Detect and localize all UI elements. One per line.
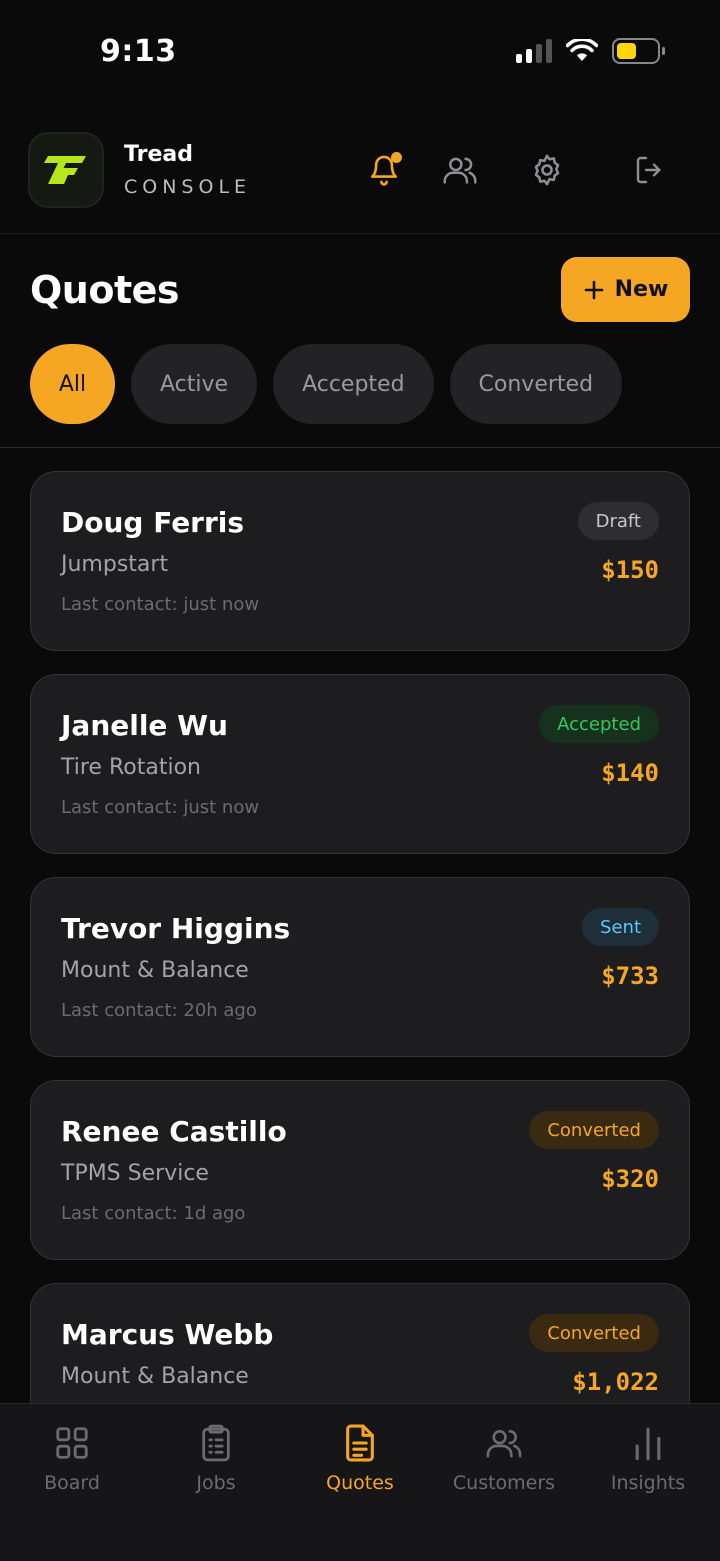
tab-label: Jobs xyxy=(196,1472,236,1494)
filter-chips: All Active Accepted Converted xyxy=(30,344,623,424)
brand-logo xyxy=(28,132,104,208)
logo-mark-icon xyxy=(44,156,86,184)
status-badge: Sent xyxy=(582,908,659,946)
document-icon xyxy=(346,1424,374,1462)
users-icon xyxy=(486,1429,522,1458)
tab-board[interactable]: Board xyxy=(0,1422,144,1494)
tab-insights[interactable]: Insights xyxy=(576,1422,720,1494)
signal-icon xyxy=(516,39,552,63)
new-quote-label: New xyxy=(614,277,669,302)
app-header: Tread CONSOLE xyxy=(0,110,720,234)
new-quote-button[interactable]: New xyxy=(561,257,690,322)
logout-icon xyxy=(636,156,661,184)
status-icons xyxy=(516,38,665,64)
team-button[interactable] xyxy=(440,150,480,190)
status-time: 9:13 xyxy=(100,34,177,69)
clipboard-icon xyxy=(202,1424,230,1462)
tab-label: Customers xyxy=(452,1472,556,1494)
service-name: Tire Rotation xyxy=(61,755,201,780)
customer-name: Renee Castillo xyxy=(61,1115,287,1148)
logout-button[interactable] xyxy=(630,150,670,190)
last-contact: Last contact: 20h ago xyxy=(61,1000,257,1021)
tab-jobs[interactable]: Jobs xyxy=(144,1422,288,1494)
tab-label: Quotes xyxy=(326,1472,394,1494)
filter-chip-accepted[interactable]: Accepted xyxy=(273,344,434,424)
tab-quotes[interactable]: Quotes xyxy=(288,1422,432,1494)
quote-card[interactable]: Doug Ferris Jumpstart Last contact: just… xyxy=(30,471,690,651)
quotes-toolbar: Quotes New All Active Accepted Converted xyxy=(0,234,720,448)
tab-customers[interactable]: Customers xyxy=(432,1422,576,1494)
wifi-icon xyxy=(566,39,598,61)
quote-card[interactable]: Trevor Higgins Mount & Balance Last cont… xyxy=(30,877,690,1057)
brand-name: Tread xyxy=(124,142,193,167)
filter-chip-converted[interactable]: Converted xyxy=(449,344,623,424)
service-name: Mount & Balance xyxy=(61,1364,249,1389)
filter-chip-all[interactable]: All xyxy=(30,344,115,424)
last-contact: Last contact: 1d ago xyxy=(61,1203,246,1224)
plus-icon xyxy=(584,280,603,299)
gear-icon xyxy=(534,154,560,186)
quote-card[interactable]: Marcus Webb Mount & Balance Converted $1… xyxy=(30,1283,690,1403)
grid-icon xyxy=(56,1427,88,1459)
bottom-tab-bar: Board Jobs Quotes Customers Insights xyxy=(0,1403,720,1561)
quote-price: $320 xyxy=(601,1165,659,1193)
last-contact: Last contact: just now xyxy=(61,797,260,818)
service-name: TPMS Service xyxy=(61,1161,209,1186)
status-badge: Draft xyxy=(577,502,659,540)
notification-dot xyxy=(391,152,402,163)
settings-button[interactable] xyxy=(527,150,567,190)
customer-name: Trevor Higgins xyxy=(61,912,291,945)
notifications-button[interactable] xyxy=(364,150,404,190)
customer-name: Marcus Webb xyxy=(61,1318,274,1351)
users-icon xyxy=(443,157,477,184)
service-name: Mount & Balance xyxy=(61,958,249,983)
battery-icon xyxy=(612,38,665,64)
quote-card[interactable]: Janelle Wu Tire Rotation Last contact: j… xyxy=(30,674,690,854)
status-bar: 9:13 xyxy=(0,0,720,110)
quote-list: Doug Ferris Jumpstart Last contact: just… xyxy=(0,448,720,1403)
brand-subtitle: CONSOLE xyxy=(124,176,252,198)
quote-price: $1,022 xyxy=(572,1368,659,1396)
filter-chip-active[interactable]: Active xyxy=(131,344,258,424)
customer-name: Janelle Wu xyxy=(61,709,228,742)
quote-price: $733 xyxy=(601,962,659,990)
status-badge: Converted xyxy=(529,1314,659,1352)
last-contact: Last contact: just now xyxy=(61,594,260,615)
tab-label: Insights xyxy=(610,1472,686,1494)
quote-price: $140 xyxy=(601,759,659,787)
service-name: Jumpstart xyxy=(61,552,169,577)
status-badge: Accepted xyxy=(539,705,659,743)
status-badge: Converted xyxy=(529,1111,659,1149)
quote-price: $150 xyxy=(601,556,659,584)
customer-name: Doug Ferris xyxy=(61,506,245,539)
quote-card[interactable]: Renee Castillo TPMS Service Last contact… xyxy=(30,1080,690,1260)
bar-chart-icon xyxy=(635,1427,661,1460)
page-title: Quotes xyxy=(30,268,180,312)
tab-label: Board xyxy=(44,1472,100,1494)
